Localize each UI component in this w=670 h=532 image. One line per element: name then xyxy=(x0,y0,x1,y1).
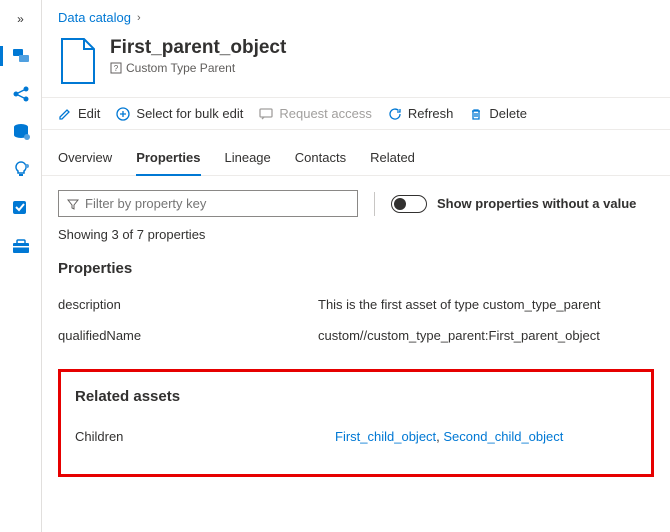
tab-properties[interactable]: Properties xyxy=(136,142,200,175)
property-row: description This is the first asset of t… xyxy=(58,289,654,320)
main-content: Data catalog › First_parent_object ? Cus… xyxy=(42,0,670,532)
filter-icon xyxy=(67,198,79,210)
related-row: Children First_child_object, Second_chil… xyxy=(75,421,637,452)
property-value: This is the first asset of type custom_t… xyxy=(318,297,654,312)
asset-subtype: ? Custom Type Parent xyxy=(110,61,286,75)
related-label: Children xyxy=(75,429,335,444)
filter-input-wrap xyxy=(58,190,358,217)
properties-heading: Properties xyxy=(58,260,654,277)
rail-bulb-icon[interactable] xyxy=(9,158,33,182)
related-assets-section: Related assets Children First_child_obje… xyxy=(58,369,654,477)
property-key: description xyxy=(58,297,318,312)
showing-count: Showing 3 of 7 properties xyxy=(58,227,654,242)
related-asset-link[interactable]: Second_child_object xyxy=(443,429,563,444)
related-heading: Related assets xyxy=(75,388,637,405)
divider xyxy=(374,192,375,216)
tab-contacts[interactable]: Contacts xyxy=(295,142,346,175)
file-icon xyxy=(58,37,98,85)
property-value: custom//custom_type_parent:First_parent_… xyxy=(318,328,654,343)
content: Show properties without a value Showing … xyxy=(42,176,670,491)
page-title: First_parent_object xyxy=(110,37,286,59)
rail-share-icon[interactable] xyxy=(9,82,33,106)
refresh-button[interactable]: Refresh xyxy=(388,106,454,121)
chevron-right-icon: › xyxy=(137,12,141,24)
tabs: Overview Properties Lineage Contacts Rel… xyxy=(42,142,670,176)
toolbar: Edit Select for bulk edit Request access… xyxy=(42,97,670,130)
property-row: qualifiedName custom//custom_type_parent… xyxy=(58,320,654,351)
rail-data-icon[interactable] xyxy=(9,44,33,68)
tab-lineage[interactable]: Lineage xyxy=(225,142,271,175)
rail-check-icon[interactable] xyxy=(9,196,33,220)
expand-rail-icon[interactable]: » xyxy=(13,8,28,30)
edit-button[interactable]: Edit xyxy=(58,106,100,121)
rail-toolbox-icon[interactable] xyxy=(9,234,33,258)
header: First_parent_object ? Custom Type Parent xyxy=(42,31,670,97)
left-rail: » xyxy=(0,0,42,532)
breadcrumb-root[interactable]: Data catalog xyxy=(58,10,131,25)
tab-related[interactable]: Related xyxy=(370,142,415,175)
toggle-label: Show properties without a value xyxy=(437,196,636,211)
delete-button[interactable]: Delete xyxy=(469,106,527,121)
tab-overview[interactable]: Overview xyxy=(58,142,112,175)
property-key: qualifiedName xyxy=(58,328,318,343)
related-asset-link[interactable]: First_child_object xyxy=(335,429,436,444)
show-empty-toggle[interactable] xyxy=(391,195,427,213)
rail-database-icon[interactable] xyxy=(9,120,33,144)
filter-input[interactable] xyxy=(85,196,349,211)
breadcrumb: Data catalog › xyxy=(42,0,670,31)
request-access-button[interactable]: Request access xyxy=(259,106,372,121)
svg-text:?: ? xyxy=(114,64,119,73)
bulk-edit-button[interactable]: Select for bulk edit xyxy=(116,106,243,121)
